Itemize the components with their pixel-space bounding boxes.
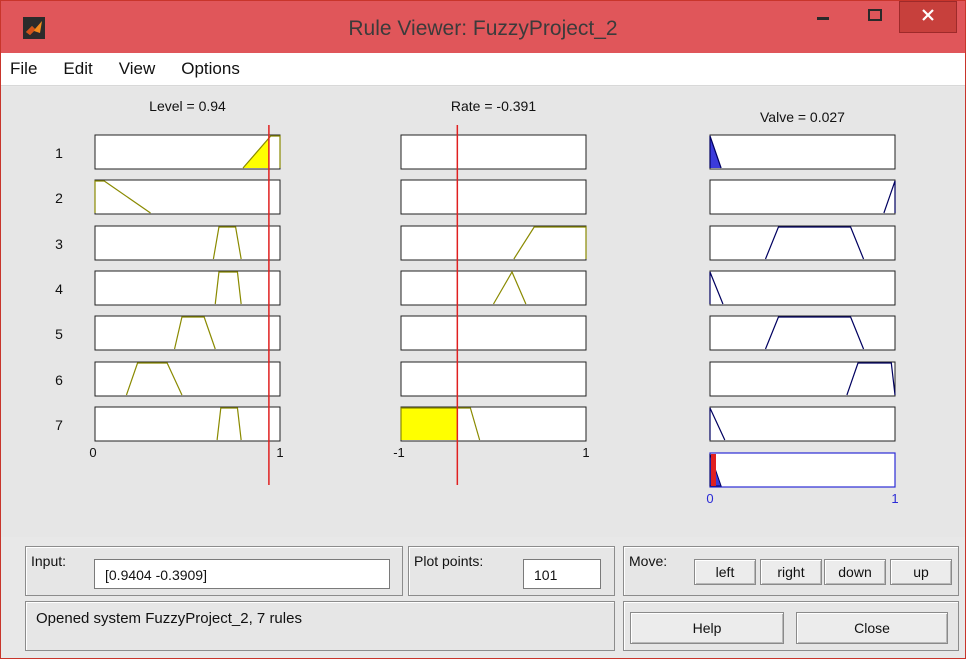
rule-plot-box bbox=[94, 361, 281, 397]
rule-number: 2 bbox=[55, 190, 63, 206]
status-text: Opened system FuzzyProject_2, 7 rules bbox=[36, 610, 302, 627]
column-header: Rate = -0.391 bbox=[451, 98, 536, 114]
close-button[interactable]: Close bbox=[796, 612, 948, 644]
menu-options[interactable]: Options bbox=[181, 59, 240, 79]
close-window-button[interactable] bbox=[899, 1, 957, 33]
maximize-icon bbox=[868, 8, 882, 26]
menu-view[interactable]: View bbox=[119, 59, 156, 79]
axis-tick-max: 1 bbox=[891, 491, 898, 506]
axis-tick-min: -1 bbox=[393, 445, 405, 460]
move-label: Move: bbox=[629, 553, 668, 569]
plot-points-field[interactable]: 101 bbox=[523, 559, 601, 589]
axis-tick-max: 1 bbox=[582, 445, 589, 460]
rule-plot-box bbox=[94, 406, 281, 442]
menu-edit[interactable]: Edit bbox=[63, 59, 92, 79]
rule-plot-box bbox=[709, 361, 896, 397]
move-down-button[interactable]: down bbox=[824, 559, 886, 585]
rule-plot-box bbox=[400, 134, 587, 170]
rule-plot-box bbox=[94, 315, 281, 351]
column-header: Level = 0.94 bbox=[149, 98, 226, 114]
axis-tick-min: 0 bbox=[89, 445, 96, 460]
move-right-button[interactable]: right bbox=[760, 559, 822, 585]
status-panel: Opened system FuzzyProject_2, 7 rules bbox=[25, 601, 615, 651]
rule-plot-box bbox=[400, 361, 587, 397]
plot-points-label: Plot points: bbox=[414, 553, 484, 569]
move-panel: Move: left right down up bbox=[623, 546, 959, 596]
maximize-button[interactable] bbox=[853, 1, 897, 33]
rule-plot-box bbox=[400, 315, 587, 351]
rule-viewer-canvas: 1 2 3 4 5 6 7 Level = 0.94 0 1 Rate = -0.391 -1 1 Val… bbox=[55, 98, 899, 506]
rule-number: 7 bbox=[55, 417, 63, 433]
axis-tick-max: 1 bbox=[276, 445, 283, 460]
rule-plot-box bbox=[94, 225, 281, 261]
move-up-button[interactable]: up bbox=[890, 559, 952, 585]
rule-plot-box bbox=[709, 225, 896, 261]
output-value-indicator bbox=[711, 454, 716, 486]
close-icon bbox=[921, 8, 935, 27]
rule-number: 4 bbox=[55, 281, 63, 297]
rule-plot-box bbox=[400, 179, 587, 215]
rule-plot-box bbox=[709, 406, 896, 442]
menu-file[interactable]: File bbox=[10, 59, 37, 79]
rule-number: 5 bbox=[55, 326, 63, 342]
input-field[interactable]: [0.9404 -0.3909] bbox=[94, 559, 390, 589]
rule-plot-box bbox=[709, 179, 896, 215]
rule-plot-box bbox=[400, 270, 587, 306]
rule-plot-box bbox=[709, 315, 896, 351]
axis-tick-min: 0 bbox=[706, 491, 713, 506]
rule-plot-box bbox=[400, 225, 587, 261]
aggregate-output-box bbox=[709, 452, 896, 488]
rule-viewer-window: Rule Viewer: FuzzyProject_2 File Edit Vi… bbox=[0, 0, 966, 659]
dialog-buttons-panel: Help Close bbox=[623, 601, 959, 651]
rule-plot-box bbox=[709, 270, 896, 306]
menu-bar: File Edit View Options bbox=[1, 53, 965, 86]
rule-number: 1 bbox=[55, 145, 63, 161]
input-label: Input: bbox=[31, 553, 67, 569]
help-button[interactable]: Help bbox=[630, 612, 784, 644]
move-left-button[interactable]: left bbox=[694, 559, 756, 585]
rule-plot-box bbox=[709, 134, 896, 170]
rule-plot-box bbox=[94, 179, 281, 215]
plot-points-panel: Plot points: 101 bbox=[408, 546, 615, 596]
input-panel: Input: [0.9404 -0.3909] bbox=[25, 546, 403, 596]
rule-plot-area: 1 2 3 4 5 6 7 Level = 0.94 0 1 Rate = -0.391 -1 1 Val… bbox=[1, 87, 965, 537]
minimize-button[interactable] bbox=[801, 1, 845, 33]
rule-plot-box bbox=[94, 270, 281, 306]
rule-activation-fill bbox=[401, 408, 458, 440]
rule-number: 6 bbox=[55, 372, 63, 388]
rule-number: 3 bbox=[55, 236, 63, 252]
minimize-icon bbox=[817, 8, 829, 26]
column-header: Valve = 0.027 bbox=[760, 109, 845, 125]
title-bar[interactable]: Rule Viewer: FuzzyProject_2 bbox=[1, 1, 965, 53]
